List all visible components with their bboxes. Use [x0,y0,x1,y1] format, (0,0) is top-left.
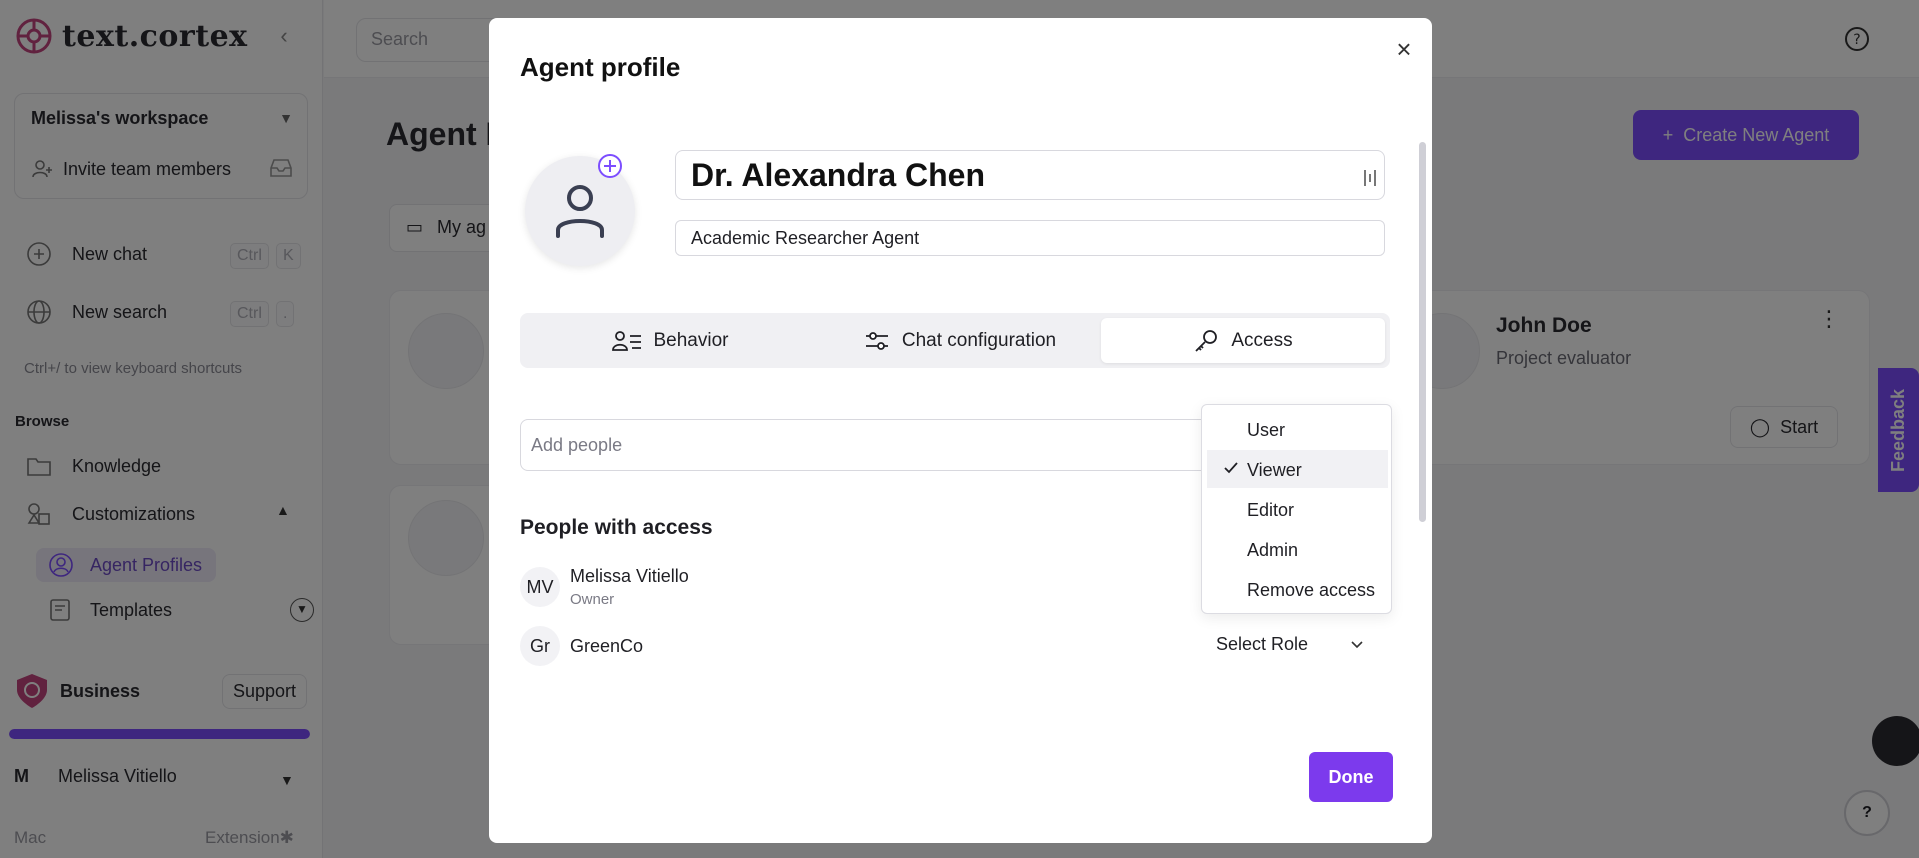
tab-behavior[interactable]: Behavior [525,318,815,363]
tab-chat-configuration[interactable]: Chat configuration [815,318,1105,363]
tab-label: Chat configuration [901,329,1057,351]
role-option-viewer[interactable]: Viewer [1207,450,1388,488]
select-role-dropdown[interactable]: Select Role [1216,634,1364,655]
option-label: Remove access [1247,580,1376,600]
person-info: Melissa Vitiello Owner [570,566,689,608]
done-button[interactable]: Done [1309,752,1393,802]
role-option-editor[interactable]: Editor [1207,490,1388,528]
user-list-icon [611,330,641,351]
tab-label: Access [1231,329,1293,351]
close-icon[interactable]: × [1391,36,1417,62]
agent-role-input[interactable]: Academic Researcher Agent [675,220,1385,256]
avatar: MV [520,567,560,607]
person-name: GreenCo [570,635,644,656]
scrollbar[interactable] [1419,142,1426,522]
option-label: Editor [1247,500,1295,520]
people-with-access-heading: People with access [520,516,713,539]
access-row: Gr GreenCo [520,626,643,666]
add-avatar-icon[interactable] [596,152,624,180]
sliders-icon [865,331,888,350]
key-icon [1195,329,1218,352]
option-label: User [1247,420,1286,440]
role-option-user[interactable]: User [1207,410,1388,448]
profile-tabs: Behavior Chat configuration Access [520,313,1390,368]
select-role-label: Select Role [1216,634,1309,654]
agent-profile-modal: × Agent profile Dr. Alexandra Chen Acade… [489,18,1432,843]
role-option-admin[interactable]: Admin [1207,530,1388,568]
option-label: Viewer [1247,460,1302,480]
person-name: Melissa Vitiello [570,566,689,586]
person-role: Owner [570,591,615,608]
tab-access[interactable]: Access [1101,318,1385,363]
agent-name-input[interactable]: Dr. Alexandra Chen [675,150,1385,200]
access-row: MV Melissa Vitiello Owner [520,566,689,608]
role-dropdown-menu: User Viewer Editor Admin Remove access [1201,404,1392,614]
tab-label: Behavior [653,329,729,351]
role-option-remove-access[interactable]: Remove access [1207,570,1388,608]
add-people-input[interactable]: Add people [520,419,1220,471]
check-icon [1224,462,1238,474]
chevron-down-icon [1351,640,1363,648]
modal-title: Agent profile [520,52,681,82]
text-resize-icon [1364,170,1376,186]
option-label: Admin [1247,540,1299,560]
avatar: Gr [520,626,560,666]
